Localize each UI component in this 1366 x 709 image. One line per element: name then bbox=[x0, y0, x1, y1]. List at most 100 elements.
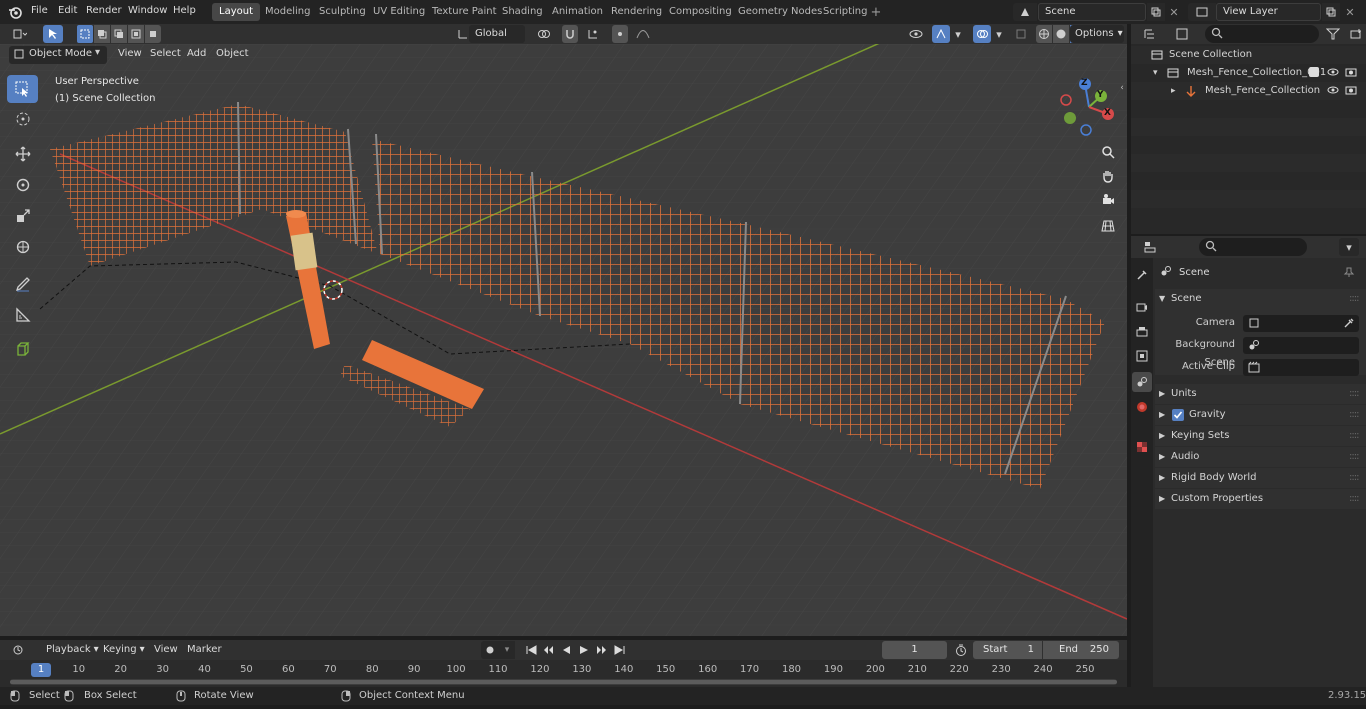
current-frame-field[interactable]: 1 bbox=[882, 641, 947, 659]
remove-scene-icon[interactable]: ✕ bbox=[1166, 3, 1182, 21]
auto-keying-icon[interactable] bbox=[481, 641, 499, 659]
eyedropper-icon[interactable] bbox=[1343, 317, 1355, 332]
outliner-row-fence-collection-001[interactable]: ▾ Mesh_Fence_Collection_001 bbox=[1131, 64, 1366, 82]
timeline-editor-type-icon[interactable] bbox=[6, 641, 34, 659]
display-mode-icon[interactable] bbox=[1169, 25, 1197, 43]
object-mode-dropdown[interactable]: Object Mode ▾ bbox=[9, 46, 107, 64]
camera-field[interactable] bbox=[1243, 315, 1359, 332]
shading-wireframe-icon[interactable] bbox=[1036, 25, 1052, 43]
tab-animation[interactable]: Animation bbox=[545, 3, 610, 21]
view-layer-selector-icon[interactable] bbox=[1188, 3, 1216, 21]
scene-name-field[interactable]: Scene bbox=[1038, 3, 1146, 21]
annotate-tool[interactable] bbox=[7, 270, 38, 298]
properties-options-dropdown-icon[interactable]: ▾ bbox=[1339, 238, 1359, 256]
rotate-tool[interactable] bbox=[7, 171, 38, 199]
tab-modeling[interactable]: Modeling bbox=[258, 3, 318, 21]
background-scene-field[interactable] bbox=[1243, 337, 1359, 354]
start-frame-field[interactable]: Start 1 bbox=[973, 641, 1042, 659]
add-cube-tool[interactable] bbox=[7, 335, 38, 363]
scale-tool[interactable] bbox=[7, 202, 38, 230]
select-extend-icon[interactable] bbox=[94, 25, 110, 43]
menu-help[interactable]: Help bbox=[173, 0, 196, 24]
play-icon[interactable] bbox=[575, 641, 593, 659]
blender-logo-icon[interactable] bbox=[6, 3, 24, 21]
tab-layout[interactable]: Layout bbox=[212, 3, 260, 21]
panel-header-rigid-body-world[interactable]: ▶ Rigid Body World :::: bbox=[1155, 468, 1366, 488]
tab-compositing[interactable]: Compositing bbox=[662, 3, 739, 21]
xray-toggle-icon[interactable] bbox=[1013, 25, 1029, 43]
editor-type-icon[interactable] bbox=[6, 25, 34, 43]
visibility-selectability-icon[interactable] bbox=[903, 25, 929, 43]
panel-header-units[interactable]: ▶ Units :::: bbox=[1155, 384, 1366, 404]
tab-shading[interactable]: Shading bbox=[495, 3, 550, 21]
texture-tab-icon[interactable] bbox=[1133, 438, 1151, 456]
outliner-search-input[interactable] bbox=[1205, 25, 1319, 43]
tab-geometry-nodes[interactable]: Geometry Nodes bbox=[731, 3, 829, 21]
pivot-point-icon[interactable] bbox=[532, 25, 556, 43]
overlays-dropdown-icon[interactable]: ▾ bbox=[992, 25, 1006, 43]
drag-handle-icon[interactable]: :::: bbox=[1349, 384, 1360, 404]
end-frame-field[interactable]: End 250 bbox=[1043, 641, 1119, 659]
duplicate-view-layer-icon[interactable] bbox=[1322, 3, 1340, 21]
exclude-checkbox[interactable] bbox=[1309, 67, 1319, 77]
select-new-icon[interactable] bbox=[77, 25, 93, 43]
drag-handle-icon[interactable]: :::: bbox=[1349, 468, 1360, 488]
snap-target-icon[interactable] bbox=[580, 25, 606, 43]
scene-selector-icon[interactable] bbox=[1013, 3, 1037, 21]
disclosure-collapsed-icon[interactable]: ▸ bbox=[1171, 82, 1176, 100]
pan-hand-icon[interactable] bbox=[1098, 166, 1118, 186]
world-tab-icon[interactable] bbox=[1133, 398, 1151, 416]
select-invert-icon[interactable] bbox=[128, 25, 144, 43]
view-layer-tab-icon[interactable] bbox=[1133, 347, 1151, 365]
panel-header-gravity[interactable]: ▶ Gravity :::: bbox=[1155, 405, 1366, 425]
timeline-scrollbar-thumb[interactable] bbox=[10, 680, 1117, 684]
menu-add[interactable]: Add bbox=[181, 45, 212, 63]
proportional-edit-icon[interactable] bbox=[612, 25, 628, 43]
tab-texture-paint[interactable]: Texture Paint bbox=[425, 3, 504, 21]
tab-sculpting[interactable]: Sculpting bbox=[312, 3, 373, 21]
scene-tab-icon[interactable] bbox=[1132, 372, 1152, 392]
outliner-row-scene-collection[interactable]: Scene Collection bbox=[1131, 46, 1366, 64]
panel-header-scene[interactable]: ▼ Scene :::: bbox=[1155, 289, 1366, 309]
panel-header-audio[interactable]: ▶ Audio :::: bbox=[1155, 447, 1366, 467]
jump-start-icon[interactable] bbox=[522, 641, 540, 659]
menu-window[interactable]: Window bbox=[128, 0, 167, 24]
drag-handle-icon[interactable]: :::: bbox=[1349, 426, 1360, 446]
outliner-row-fence-collection[interactable]: ▸ Mesh_Fence_Collection bbox=[1131, 82, 1366, 100]
tab-scripting[interactable]: Scripting bbox=[816, 3, 874, 21]
camera-view-icon[interactable] bbox=[1098, 190, 1118, 210]
drag-handle-icon[interactable]: :::: bbox=[1349, 405, 1360, 425]
select-box-tool[interactable] bbox=[7, 75, 38, 103]
keying-menu[interactable]: Keying ▾ bbox=[97, 641, 151, 659]
preview-range-icon[interactable] bbox=[953, 641, 969, 659]
active-clip-field[interactable] bbox=[1243, 359, 1359, 376]
properties-editor-type-icon[interactable] bbox=[1137, 238, 1165, 256]
timeline-scrollbar[interactable] bbox=[10, 679, 1117, 685]
tool-tab-icon[interactable] bbox=[1133, 266, 1151, 284]
disclosure-expanded-icon[interactable]: ▾ bbox=[1153, 64, 1158, 82]
zoom-icon[interactable] bbox=[1098, 142, 1118, 162]
panel-header-keying-sets[interactable]: ▶ Keying Sets :::: bbox=[1155, 426, 1366, 446]
select-subtract-icon[interactable] bbox=[111, 25, 127, 43]
menu-edit[interactable]: Edit bbox=[58, 0, 77, 24]
jump-keyframe-back-icon[interactable] bbox=[539, 641, 557, 659]
gizmo-toggle-icon[interactable] bbox=[932, 25, 950, 43]
shading-solid-icon[interactable] bbox=[1053, 25, 1069, 43]
pin-icon[interactable] bbox=[1343, 266, 1355, 281]
select-tool-mode-icon[interactable] bbox=[43, 25, 63, 43]
drag-handle-icon[interactable]: :::: bbox=[1349, 489, 1360, 509]
view-layer-field[interactable]: View Layer bbox=[1216, 3, 1321, 21]
remove-view-layer-icon[interactable]: ✕ bbox=[1342, 3, 1358, 21]
perspective-toggle-icon[interactable] bbox=[1098, 216, 1118, 236]
outliner-editor-type-icon[interactable] bbox=[1137, 25, 1165, 43]
play-reverse-icon[interactable] bbox=[557, 641, 575, 659]
move-tool[interactable] bbox=[7, 140, 38, 168]
jump-end-icon[interactable] bbox=[611, 641, 629, 659]
menu-file[interactable]: File bbox=[31, 0, 48, 24]
transform-tool[interactable] bbox=[7, 233, 38, 261]
snap-toggle-icon[interactable] bbox=[562, 25, 578, 43]
keying-set-dropdown-icon[interactable]: ▾ bbox=[499, 641, 515, 659]
options-dropdown[interactable]: Options ▾ bbox=[1070, 25, 1124, 43]
measure-tool[interactable] bbox=[7, 301, 38, 329]
navigation-gizmo[interactable] bbox=[1058, 76, 1120, 138]
